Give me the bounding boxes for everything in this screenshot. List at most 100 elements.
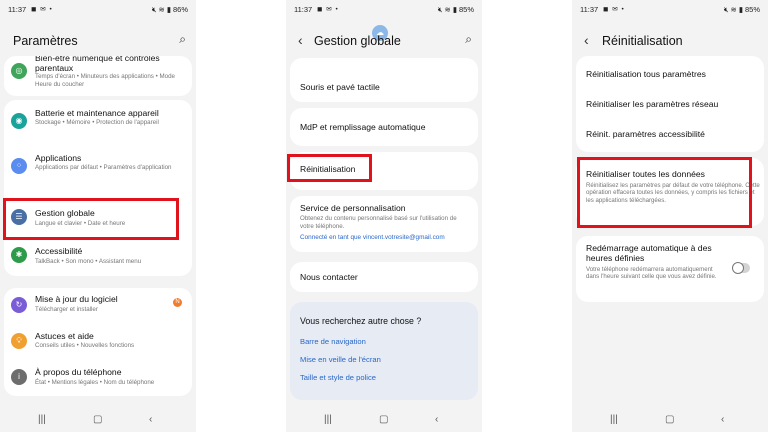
card-passwords: MdP et remplissage automatique — [290, 108, 478, 146]
mouse-touchpad-item[interactable]: Souris et pavé tactile — [300, 82, 470, 92]
mute-icon: 🔇︎ — [437, 5, 443, 14]
wifi-icon: ≋ — [444, 5, 451, 14]
nav-bar: ||| ▢ ‹ — [286, 410, 482, 432]
settings-header: Paramètres ⌕ — [0, 26, 196, 56]
settings-item-tips[interactable]: 💡︎ Astuces et aide Conseils utiles • Nou… — [4, 328, 192, 356]
item-title: Batterie et maintenance appareil — [35, 108, 159, 118]
phone-settings: 11:37 ◼ ✉ • 🔇︎ ≋ ▮ 86% Paramètres ⌕ ◎ Bien-… — [0, 0, 196, 432]
back-arrow-icon[interactable]: ‹ — [584, 32, 589, 48]
item-subtitle: Stockage • Mémoire • Protection de l'app… — [35, 119, 159, 126]
notification-icons: ◼ ✉ • — [31, 6, 53, 13]
reset-all-settings-item[interactable]: Réinitialisation tous paramètres — [586, 69, 756, 79]
screenshot-stage: 11:37 ◼ ✉ • 🔇︎ ≋ ▮ 86% Paramètres ⌕ ◎ Bien-… — [0, 0, 768, 432]
search-icon[interactable]: ⌕ — [179, 32, 186, 47]
update-icon: ↻ — [11, 297, 27, 313]
home-icon[interactable]: ▢ — [665, 414, 674, 425]
settings-item-software-update[interactable]: ↻ Mise à jour du logiciel Télécharger et… — [4, 292, 192, 320]
item-subtitle: État • Mentions légales • Nom du télépho… — [35, 379, 155, 386]
settings-item-digital-wellbeing[interactable]: ◎ Bien-être numérique et contrôles paren… — [4, 56, 192, 96]
battery-level: 85% — [458, 5, 474, 14]
notification-icons: ◼ ✉ • — [317, 6, 339, 13]
wifi-icon: ≋ — [158, 5, 165, 14]
signal-icon: ▮ — [738, 5, 743, 14]
status-bar: 11:37 ◼ ✉ • 🔇︎ ≋ ▮ 85% — [580, 4, 760, 16]
settings-card-2: ◉ Batterie et maintenance appareil Stock… — [4, 100, 192, 276]
status-time: 11:37 — [580, 5, 599, 14]
reset-accessibility-settings-item[interactable]: Réinit. paramètres accessibilité — [586, 129, 756, 139]
back-icon[interactable]: ‹ — [721, 414, 724, 425]
customization-service-title: Service de personnalisation — [300, 203, 406, 213]
reset-header: ‹ Réinitialisation — [572, 26, 768, 56]
recents-icon[interactable]: ||| — [38, 414, 46, 425]
tips-icon: 💡︎ — [11, 333, 27, 349]
item-subtitle: Télécharger et installer — [35, 306, 98, 313]
recents-icon[interactable]: ||| — [324, 414, 332, 425]
page-title: Paramètres — [13, 34, 78, 48]
nav-bar: ||| ▢ ‹ — [572, 410, 768, 432]
back-arrow-icon[interactable]: ‹ — [298, 32, 303, 48]
item-title: À propos du téléphone — [35, 367, 122, 377]
toggle-knob — [732, 262, 744, 274]
item-subtitle: Conseils utiles • Nouvelles fonctions — [35, 342, 135, 349]
card-mouse: Souris et pavé tactile — [290, 58, 478, 102]
item-title: Applications — [35, 153, 82, 163]
status-time: 11:37 — [294, 5, 313, 14]
battery-level: 85% — [744, 5, 760, 14]
settings-item-about[interactable]: i À propos du téléphone État • Mentions … — [4, 364, 192, 392]
apps-icon: ⁘ — [11, 158, 27, 174]
item-title: Bien-être numérique et contrôles parenta… — [35, 56, 160, 73]
item-title: Mise à jour du logiciel — [35, 294, 118, 304]
account-link[interactable]: Connecté en tant que vincent.votresite@g… — [300, 234, 445, 241]
status-right: 🔇︎ ≋ ▮ 86% — [150, 5, 188, 15]
general-management-header: ‹ Gestion globale ⌕ — [286, 26, 482, 56]
settings-item-applications[interactable]: ⁘ Applications Applications par défaut •… — [4, 150, 192, 190]
highlight-box — [3, 198, 179, 240]
status-right: 🔇︎ ≋ ▮ 85% — [722, 5, 760, 15]
home-icon[interactable]: ▢ — [93, 414, 102, 425]
accessibility-icon: ✱ — [11, 247, 27, 263]
signal-icon: ▮ — [452, 5, 457, 14]
page-title: Gestion globale — [314, 34, 401, 48]
highlight-box — [577, 157, 752, 228]
info-icon: i — [11, 369, 27, 385]
card-customization[interactable]: Service de personnalisation Obtenez du c… — [290, 196, 478, 252]
customization-service-desc: Obtenez du contenu personnalisé basé sur… — [300, 215, 457, 230]
auto-restart-card[interactable]: Redémarrage automatique à des heures déf… — [576, 236, 764, 302]
auto-restart-toggle[interactable] — [732, 262, 750, 274]
status-bar: 11:37 ◼ ✉ • 🔇︎ ≋ ▮ 85% — [294, 4, 474, 16]
back-icon[interactable]: ‹ — [435, 414, 438, 425]
card-contact: Nous contacter — [290, 262, 478, 292]
status-time: 11:37 — [8, 5, 27, 14]
suggestion-link-font[interactable]: Taille et style de police — [300, 373, 376, 382]
phone-general-management: 11:37 ◼ ✉ • 🔇︎ ≋ ▮ 85% ☁ ‹ Gestion globale … — [286, 0, 482, 432]
reset-options-card: Réinitialisation tous paramètres Réiniti… — [576, 56, 764, 152]
passwords-autofill-item[interactable]: MdP et remplissage automatique — [300, 122, 470, 132]
settings-item-accessibility[interactable]: ✱ Accessibilité TalkBack • Son mono • As… — [4, 244, 192, 272]
wellbeing-icon: ◎ — [11, 63, 27, 79]
item-subtitle: Applications par défaut • Paramètres d'a… — [35, 164, 172, 171]
status-right: 🔇︎ ≋ ▮ 85% — [436, 5, 474, 15]
item-title: Astuces et aide — [35, 331, 94, 341]
back-icon[interactable]: ‹ — [149, 414, 152, 425]
contact-us-item[interactable]: Nous contacter — [300, 272, 470, 282]
search-icon[interactable]: ⌕ — [465, 32, 472, 47]
reset-network-settings-item[interactable]: Réinitialiser les paramètres réseau — [586, 99, 756, 109]
mute-icon: 🔇︎ — [723, 5, 729, 14]
notification-icons: ◼ ✉ • — [603, 6, 625, 13]
battery-level: 86% — [172, 5, 188, 14]
update-badge: N — [173, 298, 182, 307]
page-title: Réinitialisation — [602, 34, 683, 48]
item-subtitle: Temps d'écran • Minuteurs des applicatio… — [35, 73, 175, 88]
home-icon[interactable]: ▢ — [379, 414, 388, 425]
mute-icon: 🔇︎ — [151, 5, 157, 14]
settings-item-battery[interactable]: ◉ Batterie et maintenance appareil Stock… — [4, 106, 192, 146]
item-subtitle: TalkBack • Son mono • Assistant menu — [35, 258, 142, 265]
suggestion-link-screen-timeout[interactable]: Mise en veille de l'écran — [300, 355, 381, 364]
battery-maintenance-icon: ◉ — [11, 113, 27, 129]
item-title: Accessibilité — [35, 246, 83, 256]
recents-icon[interactable]: ||| — [610, 414, 618, 425]
auto-restart-desc: Votre téléphone redémarrera automatiquem… — [586, 266, 717, 281]
phone-reset: 11:37 ◼ ✉ • 🔇︎ ≋ ▮ 85% ‹ Réinitialisation R… — [572, 0, 768, 432]
nav-bar: ||| ▢ ‹ — [0, 410, 196, 432]
suggestion-link-navbar[interactable]: Barre de navigation — [300, 337, 366, 346]
